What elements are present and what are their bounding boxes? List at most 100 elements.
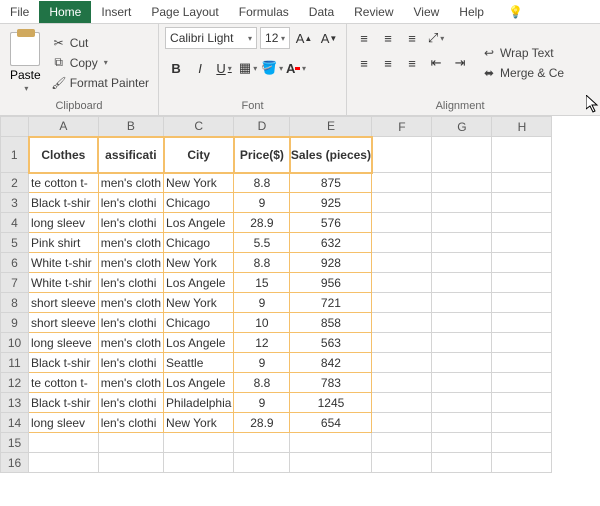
cell[interactable] <box>432 293 492 313</box>
cell[interactable]: White t-shir <box>29 273 99 293</box>
cell[interactable]: Los Angele <box>164 373 234 393</box>
cell[interactable] <box>432 173 492 193</box>
cell[interactable]: 8.8 <box>234 173 290 193</box>
cell[interactable] <box>492 333 552 353</box>
cell[interactable] <box>372 273 432 293</box>
cell[interactable] <box>372 413 432 433</box>
cell[interactable] <box>492 173 552 193</box>
tab-review[interactable]: Review <box>344 1 403 23</box>
cell[interactable] <box>372 233 432 253</box>
paste-button[interactable]: Paste ▾ <box>6 27 45 98</box>
cell[interactable]: 8.8 <box>234 373 290 393</box>
cell[interactable] <box>492 253 552 273</box>
cell[interactable] <box>432 453 492 473</box>
cell[interactable] <box>98 453 163 473</box>
cell[interactable]: New York <box>164 293 234 313</box>
font-size-select[interactable]: 12▾ <box>260 27 290 49</box>
cell[interactable] <box>432 373 492 393</box>
row-header[interactable]: 2 <box>1 173 29 193</box>
font-name-select[interactable]: Calibri Light▾ <box>165 27 257 49</box>
tab-data[interactable]: Data <box>299 1 344 23</box>
cell[interactable]: te cotton t- <box>29 173 99 193</box>
row-header[interactable]: 16 <box>1 453 29 473</box>
align-center-button[interactable]: ≡ <box>377 52 399 74</box>
cell[interactable] <box>164 453 234 473</box>
spreadsheet-grid[interactable]: A B C D E F G H 1 Clothes assificati Cit… <box>0 116 600 506</box>
col-header[interactable]: B <box>98 117 163 137</box>
cell[interactable] <box>492 453 552 473</box>
tell-me-icon[interactable]: 💡 <box>498 1 533 23</box>
tab-formulas[interactable]: Formulas <box>229 1 299 23</box>
row-header[interactable]: 6 <box>1 253 29 273</box>
row-header[interactable]: 8 <box>1 293 29 313</box>
tab-view[interactable]: View <box>404 1 450 23</box>
select-all-corner[interactable] <box>1 117 29 137</box>
cell[interactable]: 9 <box>234 193 290 213</box>
cell[interactable]: 15 <box>234 273 290 293</box>
cell[interactable]: 12 <box>234 333 290 353</box>
cell[interactable] <box>492 393 552 413</box>
increase-indent-button[interactable]: ⇥ <box>449 52 471 74</box>
cell[interactable] <box>492 433 552 453</box>
cell[interactable] <box>492 373 552 393</box>
cell[interactable]: men's cloth <box>98 373 163 393</box>
cell[interactable]: Chicago <box>164 233 234 253</box>
cell[interactable]: short sleeve <box>29 313 99 333</box>
cell[interactable]: 925 <box>290 193 372 213</box>
align-right-button[interactable]: ≡ <box>401 52 423 74</box>
cell[interactable]: len's clothi <box>98 313 163 333</box>
wrap-text-button[interactable]: ↩Wrap Text <box>479 44 567 62</box>
format-painter-button[interactable]: 🖌Format Painter <box>49 74 152 92</box>
row-header[interactable]: 5 <box>1 233 29 253</box>
cell[interactable] <box>372 137 432 173</box>
col-header[interactable]: F <box>372 117 432 137</box>
underline-button[interactable]: U▾ <box>213 57 235 79</box>
cell[interactable] <box>432 313 492 333</box>
row-header[interactable]: 9 <box>1 313 29 333</box>
col-header[interactable]: D <box>234 117 290 137</box>
cell[interactable]: len's clothi <box>98 213 163 233</box>
cell[interactable]: 875 <box>290 173 372 193</box>
cell[interactable] <box>432 353 492 373</box>
row-header[interactable]: 12 <box>1 373 29 393</box>
table-header-cell[interactable]: City <box>164 137 234 173</box>
cell[interactable]: Chicago <box>164 193 234 213</box>
tab-pagelayout[interactable]: Page Layout <box>141 1 228 23</box>
cell[interactable] <box>98 433 163 453</box>
row-header[interactable]: 13 <box>1 393 29 413</box>
cell[interactable]: New York <box>164 253 234 273</box>
cell[interactable]: 9 <box>234 293 290 313</box>
cell[interactable]: 721 <box>290 293 372 313</box>
cell[interactable] <box>492 313 552 333</box>
cell[interactable]: short sleeve <box>29 293 99 313</box>
col-header[interactable]: A <box>29 117 99 137</box>
tab-file[interactable]: File <box>0 1 39 23</box>
cell[interactable]: Black t-shir <box>29 193 99 213</box>
cell[interactable] <box>372 253 432 273</box>
cell[interactable] <box>372 453 432 473</box>
cell[interactable]: 783 <box>290 373 372 393</box>
cell[interactable] <box>372 293 432 313</box>
align-top-button[interactable]: ≡ <box>353 27 375 49</box>
cell[interactable] <box>432 433 492 453</box>
cell[interactable]: long sleev <box>29 413 99 433</box>
cell[interactable]: men's cloth <box>98 253 163 273</box>
cell[interactable] <box>432 413 492 433</box>
cell[interactable]: 9 <box>234 353 290 373</box>
tab-home[interactable]: Home <box>39 1 91 23</box>
cell[interactable]: 576 <box>290 213 372 233</box>
cell[interactable] <box>432 193 492 213</box>
cell[interactable] <box>492 213 552 233</box>
cell[interactable]: 858 <box>290 313 372 333</box>
col-header[interactable]: H <box>492 117 552 137</box>
cell[interactable] <box>492 353 552 373</box>
cell[interactable]: len's clothi <box>98 193 163 213</box>
cell[interactable] <box>29 433 99 453</box>
cell[interactable]: 654 <box>290 413 372 433</box>
decrease-indent-button[interactable]: ⇤ <box>425 52 447 74</box>
table-header-cell[interactable]: Clothes <box>29 137 99 173</box>
cell[interactable] <box>492 233 552 253</box>
cell[interactable]: Los Angele <box>164 213 234 233</box>
row-header[interactable]: 15 <box>1 433 29 453</box>
cell[interactable]: 1245 <box>290 393 372 413</box>
